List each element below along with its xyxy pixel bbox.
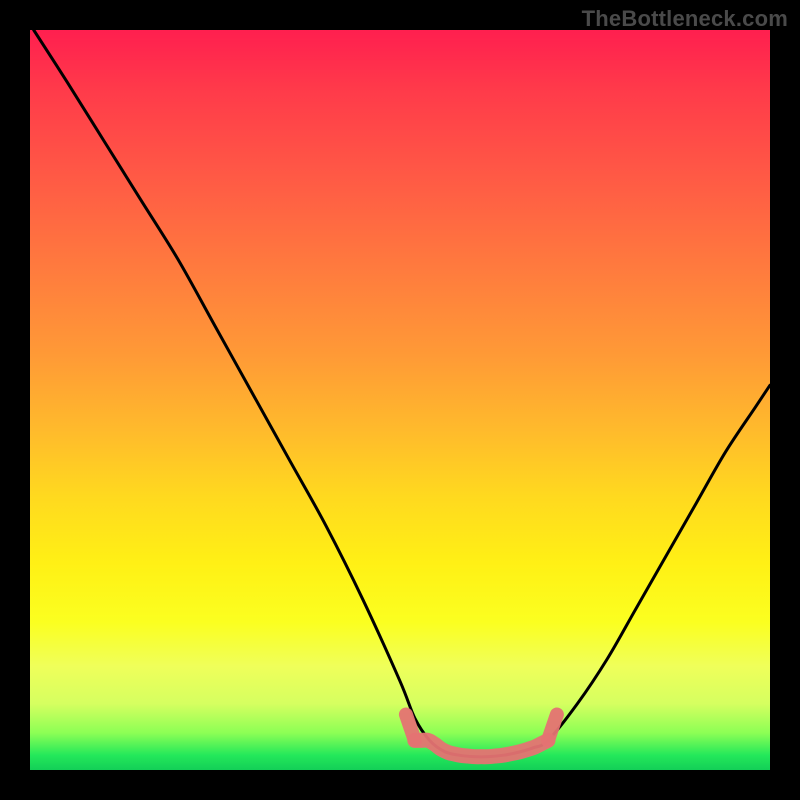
watermark-text: TheBottleneck.com	[582, 6, 788, 32]
optimum-marker-endcap	[406, 715, 415, 741]
optimum-marker-endcap	[548, 715, 557, 741]
bottleneck-curve-svg	[0, 0, 800, 800]
chart-frame: TheBottleneck.com	[0, 0, 800, 800]
bottleneck-curve	[34, 30, 770, 757]
optimum-marker-band	[415, 740, 548, 757]
